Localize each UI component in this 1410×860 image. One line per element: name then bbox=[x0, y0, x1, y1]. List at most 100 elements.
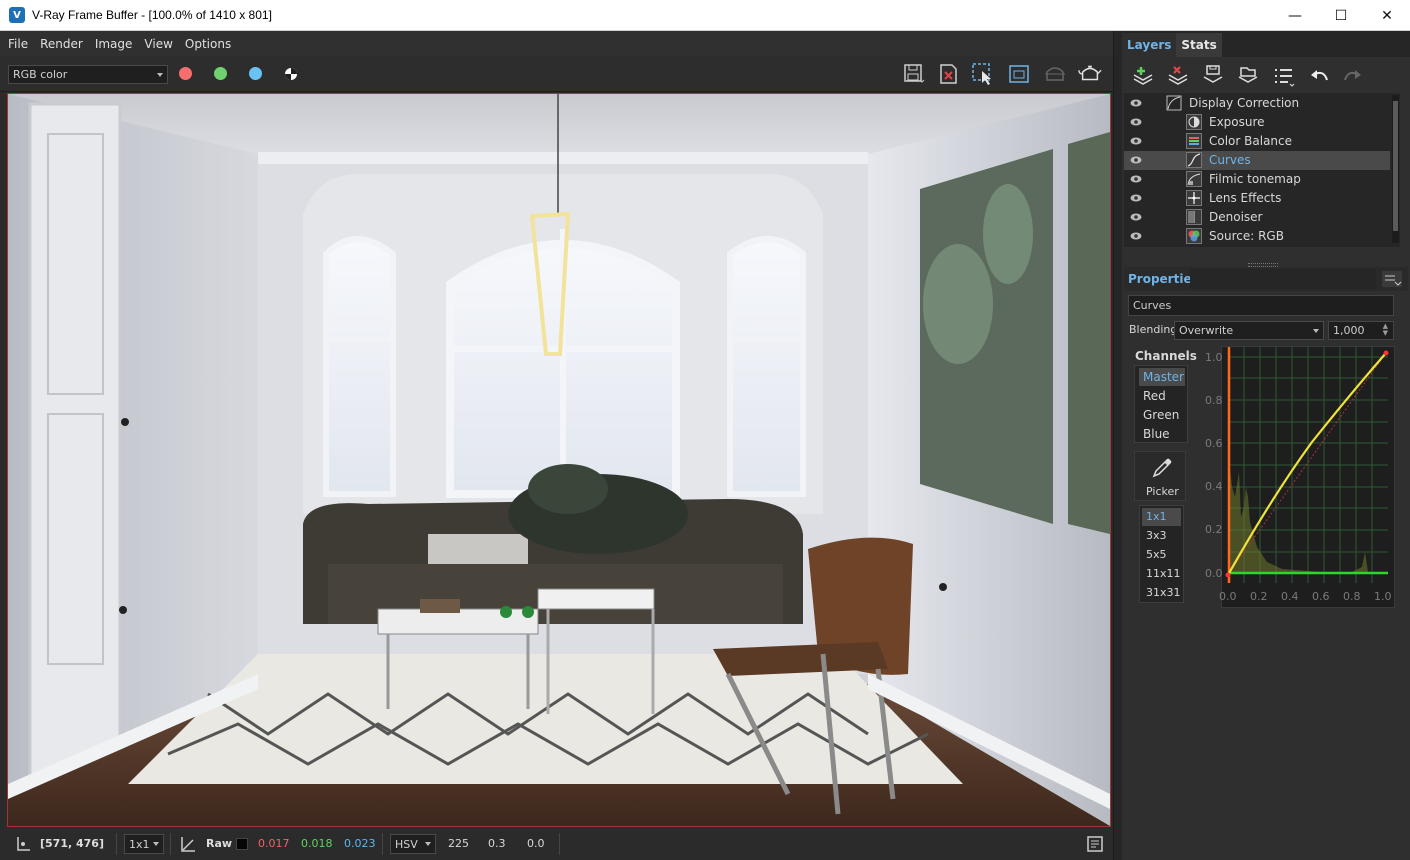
save-layers-icon[interactable] bbox=[1201, 63, 1225, 87]
display-correction-icon bbox=[1166, 95, 1182, 111]
curve-editor[interactable]: 1.0 0.8 0.6 0.4 0.2 0.0 0.0 0.2 0.4 0.6 … bbox=[1205, 346, 1395, 608]
blue-channel-toggle[interactable] bbox=[249, 67, 262, 80]
close-button[interactable]: ✕ bbox=[1364, 0, 1410, 31]
y-tick-0.4: 0.4 bbox=[1205, 480, 1223, 493]
channel-select[interactable]: RGB color bbox=[8, 65, 168, 84]
menu-options[interactable]: Options bbox=[185, 37, 231, 51]
green-value: 0.018 bbox=[301, 837, 333, 850]
eye-icon[interactable] bbox=[1130, 155, 1142, 165]
maximize-button[interactable]: ☐ bbox=[1318, 0, 1364, 31]
red-value: 0.017 bbox=[258, 837, 290, 850]
x-tick-1.0: 1.0 bbox=[1374, 590, 1392, 603]
layer-row-display-correction[interactable]: Display Correction bbox=[1124, 94, 1390, 113]
sample-31x31[interactable]: 31x31 bbox=[1142, 584, 1181, 602]
alpha-channel-icon[interactable] bbox=[279, 62, 303, 86]
blending-amount-value: 1,000 bbox=[1333, 324, 1365, 337]
teapot-render-icon[interactable] bbox=[1078, 62, 1102, 86]
eye-icon[interactable] bbox=[1130, 98, 1142, 108]
layer-row-exposure[interactable]: Exposure bbox=[1124, 113, 1390, 132]
red-channel-toggle[interactable] bbox=[179, 67, 192, 80]
green-channel-toggle[interactable] bbox=[214, 67, 227, 80]
menu-view[interactable]: View bbox=[144, 37, 172, 51]
eye-icon[interactable] bbox=[1130, 231, 1142, 241]
layer-row-lens-effects[interactable]: Lens Effects bbox=[1124, 189, 1390, 208]
lens-effects-icon bbox=[1186, 190, 1202, 206]
color-space-select[interactable]: HSV bbox=[390, 834, 436, 854]
layers-scrollbar[interactable] bbox=[1392, 95, 1399, 243]
y-tick-0.0: 0.0 bbox=[1205, 567, 1223, 580]
sample-11x11[interactable]: 11x11 bbox=[1142, 565, 1181, 583]
minimize-button[interactable]: — bbox=[1272, 0, 1318, 31]
x-tick-0.4: 0.4 bbox=[1281, 590, 1299, 603]
eye-icon[interactable] bbox=[1130, 193, 1142, 203]
region-icon[interactable] bbox=[1007, 62, 1031, 86]
region-render-icon[interactable] bbox=[971, 62, 995, 86]
y-tick-0.2: 0.2 bbox=[1205, 523, 1223, 536]
panel-splitter[interactable] bbox=[1113, 31, 1122, 860]
redo-icon[interactable] bbox=[1341, 65, 1365, 89]
delete-layer-icon[interactable] bbox=[1166, 65, 1190, 89]
properties-filter[interactable] bbox=[1190, 269, 1376, 289]
menu-image[interactable]: Image bbox=[95, 37, 133, 51]
vray-logo-icon: V bbox=[9, 7, 25, 23]
channel-red[interactable]: Red bbox=[1139, 387, 1185, 405]
load-layers-icon[interactable] bbox=[1236, 63, 1260, 87]
properties-title: Properties bbox=[1128, 272, 1199, 286]
menu-bar: File Render Image View Options bbox=[0, 31, 1113, 56]
eye-icon[interactable] bbox=[1130, 212, 1142, 222]
y-tick-0.6: 0.6 bbox=[1205, 437, 1223, 450]
tab-layers[interactable]: Layers bbox=[1122, 33, 1177, 57]
hue-value: 225 bbox=[448, 837, 469, 850]
eye-icon[interactable] bbox=[1130, 117, 1142, 127]
layer-name-field[interactable]: Curves bbox=[1128, 295, 1394, 316]
menu-render[interactable]: Render bbox=[40, 37, 83, 51]
layer-row-curves[interactable]: Curves bbox=[1124, 151, 1390, 170]
chevron-down-icon bbox=[1313, 328, 1319, 333]
blending-amount-spinner[interactable]: 1,000 ▲ ▼ bbox=[1328, 321, 1394, 340]
sample-size-select[interactable]: 1x1 bbox=[124, 834, 164, 854]
layer-row-source-rgb[interactable]: Source: RGB bbox=[1124, 227, 1390, 246]
layer-label: Source: RGB bbox=[1209, 229, 1284, 243]
color-clamp-icon[interactable] bbox=[179, 835, 197, 853]
layer-row-denoiser[interactable]: Denoiser bbox=[1124, 208, 1390, 227]
menu-file[interactable]: File bbox=[8, 37, 28, 51]
pick-pixel-icon[interactable] bbox=[14, 835, 32, 853]
blending-mode-select[interactable]: Overwrite bbox=[1174, 321, 1324, 340]
layer-label: Filmic tonemap bbox=[1209, 172, 1301, 186]
spinner-arrows-icon[interactable]: ▲ ▼ bbox=[1383, 323, 1388, 337]
channel-master[interactable]: Master bbox=[1139, 368, 1185, 386]
show-panel-icon[interactable] bbox=[1086, 835, 1104, 853]
render-last-icon[interactable] bbox=[1043, 62, 1067, 86]
x-tick-0.0: 0.0 bbox=[1219, 590, 1237, 603]
curve-graph[interactable] bbox=[1222, 347, 1394, 607]
save-image-icon[interactable] bbox=[902, 62, 926, 86]
properties-menu-icon[interactable] bbox=[1382, 271, 1402, 287]
sample-3x3[interactable]: 3x3 bbox=[1142, 527, 1181, 545]
clear-image-icon[interactable] bbox=[937, 62, 961, 86]
add-layer-icon[interactable] bbox=[1131, 65, 1155, 89]
scrollbar-thumb[interactable] bbox=[1393, 101, 1398, 231]
picker-label: Picker bbox=[1146, 485, 1179, 498]
chevron-down-icon bbox=[157, 72, 163, 77]
sample-1x1[interactable]: 1x1 bbox=[1142, 508, 1181, 526]
undo-icon[interactable] bbox=[1307, 65, 1331, 89]
layer-list-menu-icon[interactable] bbox=[1272, 65, 1296, 89]
x-tick-0.6: 0.6 bbox=[1312, 590, 1330, 603]
channel-blue[interactable]: Blue bbox=[1139, 425, 1185, 443]
layer-row-filmic-tonemap[interactable]: Filmic tonemap bbox=[1124, 170, 1390, 189]
saturation-value: 0.3 bbox=[488, 837, 506, 850]
channel-green[interactable]: Green bbox=[1139, 406, 1185, 424]
picker-button[interactable]: Picker bbox=[1134, 451, 1186, 501]
status-bar: [571, 476] 1x1 Raw 0.017 0.018 0.023 HSV… bbox=[0, 829, 1113, 860]
tab-stats[interactable]: Stats bbox=[1176, 33, 1222, 57]
value-value: 0.0 bbox=[527, 837, 545, 850]
layer-row-color-balance[interactable]: Color Balance bbox=[1124, 132, 1390, 151]
pixel-coordinates: [571, 476] bbox=[40, 837, 104, 850]
render-viewport[interactable] bbox=[7, 93, 1111, 827]
y-tick-1.0: 1.0 bbox=[1205, 351, 1223, 364]
channels-label: Channels bbox=[1135, 349, 1197, 363]
eye-icon[interactable] bbox=[1130, 136, 1142, 146]
eye-icon[interactable] bbox=[1130, 174, 1142, 184]
layer-label: Color Balance bbox=[1209, 134, 1293, 148]
sample-5x5[interactable]: 5x5 bbox=[1142, 546, 1181, 564]
